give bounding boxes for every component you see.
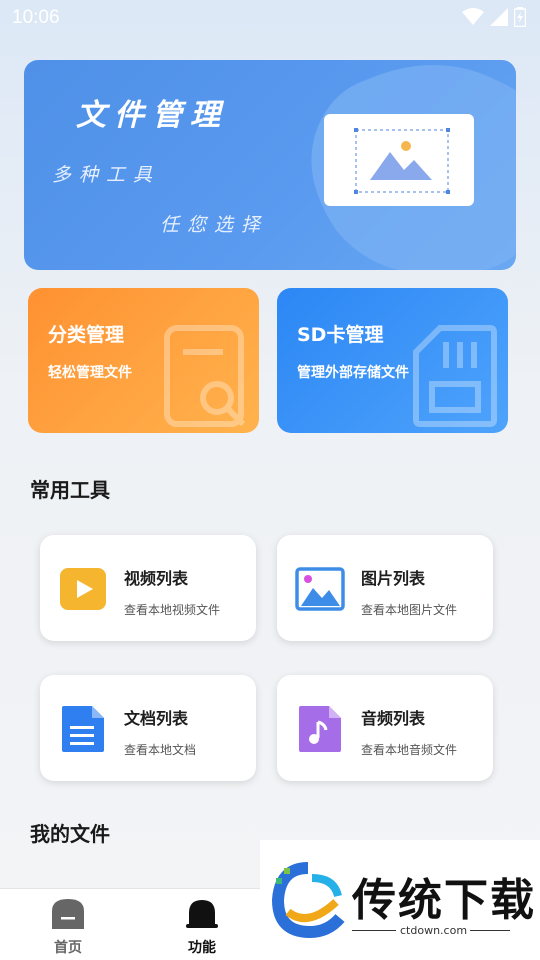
banner-image-card xyxy=(324,114,474,206)
image-placeholder-icon xyxy=(354,128,450,194)
nav-item-function[interactable]: 功能 xyxy=(162,897,242,957)
image-list-card[interactable]: 图片列表 查看本地图片文件 xyxy=(277,535,493,641)
file-search-icon xyxy=(164,325,246,427)
tool-title: 图片列表 xyxy=(361,569,426,588)
sd-card-icon xyxy=(413,325,497,427)
feature-title: 分类管理 xyxy=(48,324,125,346)
tool-title: 文档列表 xyxy=(124,709,189,728)
home-icon xyxy=(52,899,84,929)
tool-subtitle: 查看本地文档 xyxy=(124,743,197,757)
tool-subtitle: 查看本地视频文件 xyxy=(124,603,221,617)
tools-section-title: 常用工具 xyxy=(30,478,110,502)
banner-subtitle-2: 任您选择 xyxy=(160,214,269,236)
audio-list-card[interactable]: 音频列表 查看本地音频文件 xyxy=(277,675,493,781)
video-list-card[interactable]: 视频列表 查看本地视频文件 xyxy=(40,535,256,641)
status-icons xyxy=(462,7,526,27)
banner-subtitle-1: 多种工具 xyxy=(52,164,161,186)
tool-title: 音频列表 xyxy=(361,709,426,728)
my-files-section-title: 我的文件 xyxy=(30,822,110,846)
battery-icon xyxy=(514,7,526,27)
image-icon xyxy=(295,567,345,611)
nav-item-home[interactable]: 首页 xyxy=(28,897,108,957)
watermark-url: ctdown.com xyxy=(400,924,468,937)
category-management-card[interactable]: 分类管理 轻松管理文件 xyxy=(28,288,259,433)
feature-title: SD卡管理 xyxy=(297,324,384,346)
nav-label: 首页 xyxy=(54,940,82,956)
function-icon xyxy=(186,900,218,928)
music-icon xyxy=(299,706,341,752)
document-list-card[interactable]: 文档列表 查看本地文档 xyxy=(40,675,256,781)
watermark-divider xyxy=(470,930,510,931)
nav-label: 功能 xyxy=(188,940,216,956)
document-icon xyxy=(62,706,104,752)
banner-title: 文件管理 xyxy=(76,98,228,133)
feature-subtitle: 管理外部存储文件 xyxy=(297,365,409,381)
status-time: 10:06 xyxy=(12,7,60,28)
feature-subtitle: 轻松管理文件 xyxy=(48,365,132,381)
wifi-icon xyxy=(462,8,484,25)
status-bar: 10:06 xyxy=(0,0,540,36)
watermark: 传统下载 ctdown.com xyxy=(260,840,540,960)
banner[interactable]: 文件管理 多种工具 任您选择 xyxy=(24,60,516,270)
tool-subtitle: 查看本地图片文件 xyxy=(361,603,458,617)
tool-title: 视频列表 xyxy=(124,569,189,588)
watermark-text: 传统下载 xyxy=(352,875,536,926)
tool-subtitle: 查看本地音频文件 xyxy=(361,743,458,757)
watermark-divider xyxy=(352,930,396,931)
watermark-logo-icon xyxy=(271,862,345,938)
video-icon xyxy=(60,568,106,610)
sd-card-management-card[interactable]: SD卡管理 管理外部存储文件 xyxy=(277,288,508,433)
signal-icon xyxy=(490,8,508,26)
